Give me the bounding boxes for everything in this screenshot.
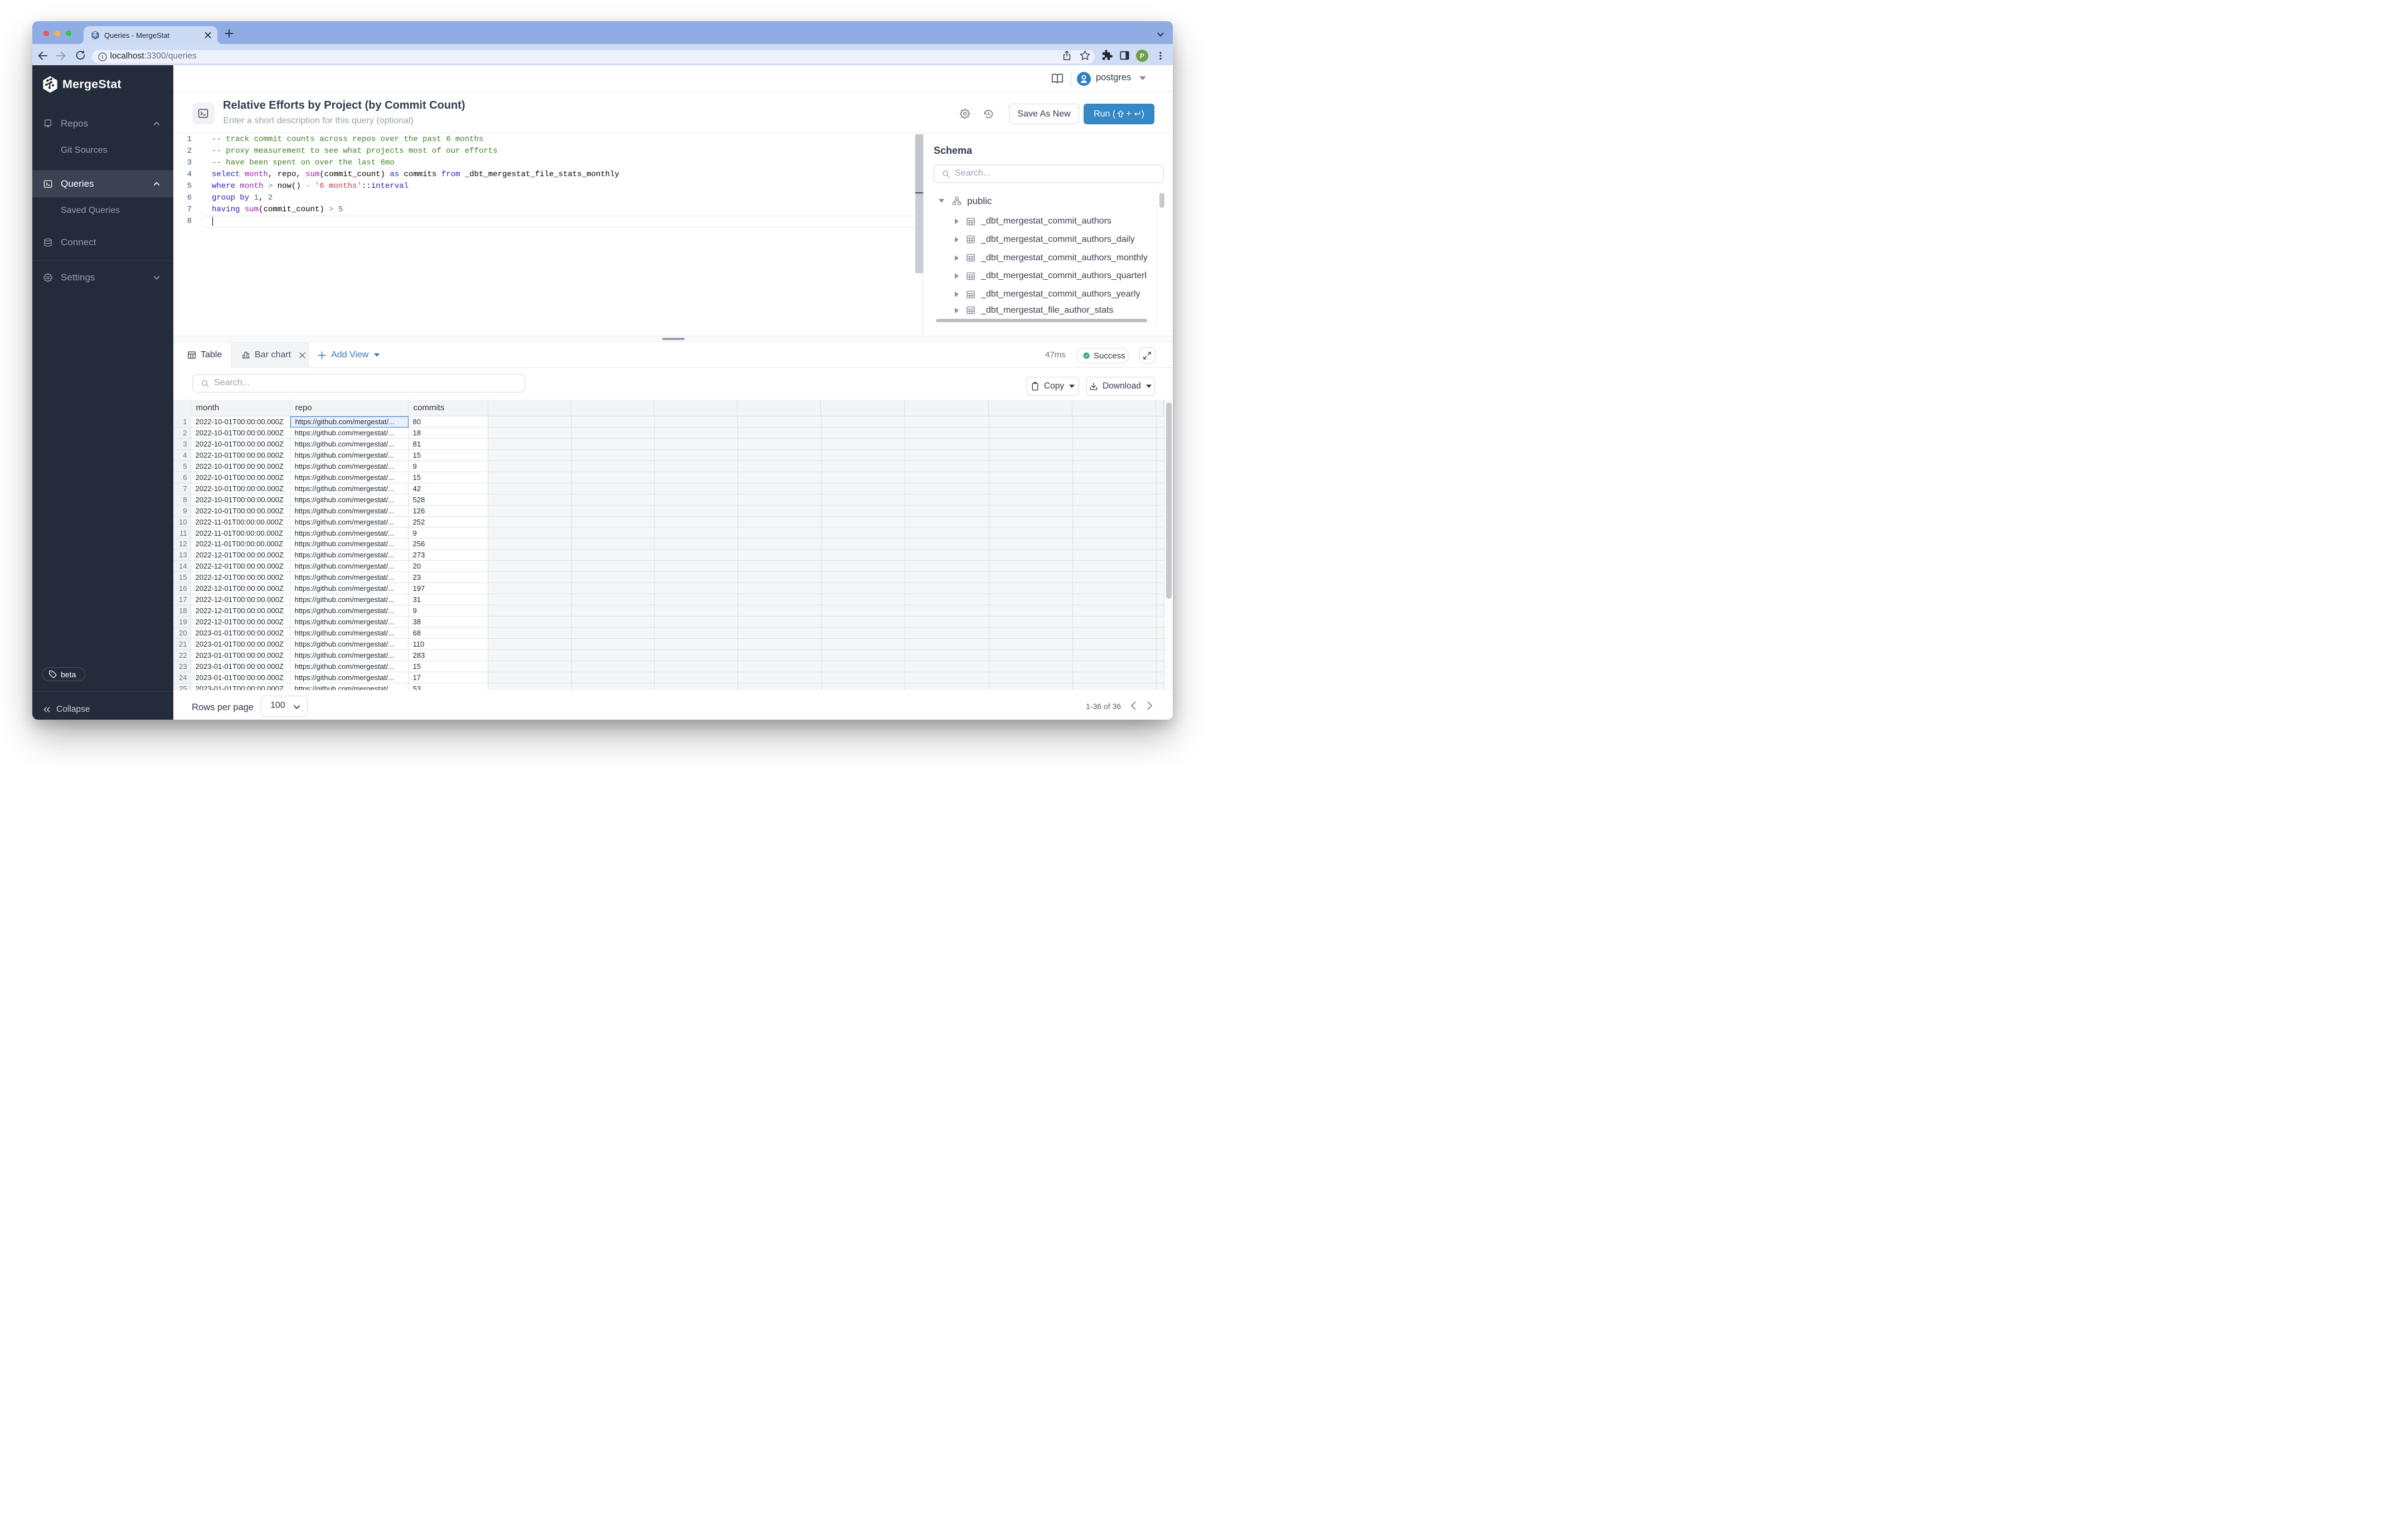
svg-text:P: P <box>1140 53 1144 60</box>
